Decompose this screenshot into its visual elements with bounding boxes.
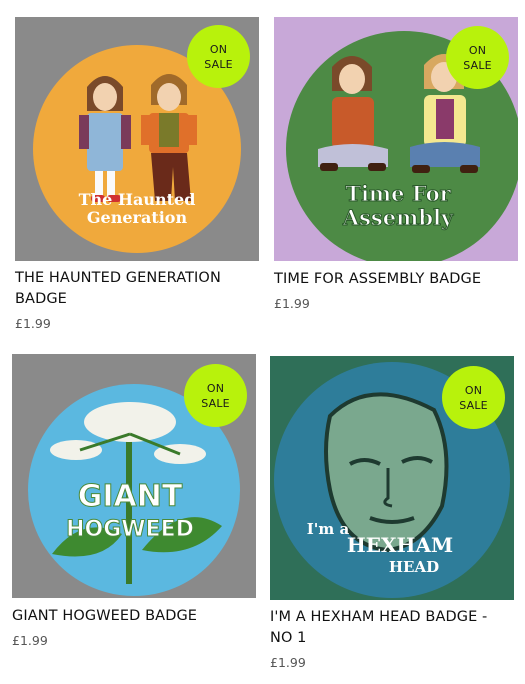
badge-line2: SALE: [463, 58, 492, 72]
on-sale-badge: ON SALE: [446, 26, 509, 89]
product-title[interactable]: GIANT HOGWEED BADGE: [12, 606, 256, 627]
artwork-text-2: HEXHAM: [347, 533, 453, 557]
badge-line1: ON: [464, 383, 483, 397]
on-sale-badge: ON SALE: [187, 25, 250, 88]
artwork-text-2: Assembly: [342, 205, 454, 230]
on-sale-badge: ON SALE: [442, 366, 505, 429]
artwork-text-2: Generation: [87, 208, 188, 227]
artwork-text-1: GIANT: [78, 479, 183, 514]
product-title[interactable]: I'M A HEXHAM HEAD BADGE - NO 1: [270, 607, 514, 649]
artwork-text-1: Time For: [345, 181, 451, 206]
product-title[interactable]: TIME FOR ASSEMBLY BADGE: [274, 269, 519, 290]
badge-line1: ON: [209, 42, 228, 56]
product-price: £1.99: [12, 633, 48, 648]
product-price: £1.99: [270, 655, 306, 670]
badge-line2: SALE: [204, 57, 233, 71]
badge-line1: ON: [468, 43, 487, 57]
product-price: £1.99: [15, 316, 51, 331]
badge-line2: SALE: [201, 396, 230, 410]
artwork-text-3: HEAD: [389, 558, 439, 576]
artwork-text-1: I'm a: [307, 520, 350, 538]
product-price: £1.99: [274, 296, 310, 311]
artwork-text-1: The Haunted: [79, 190, 196, 209]
on-sale-badge: ON SALE: [184, 364, 247, 427]
badge-line1: ON: [206, 381, 225, 395]
artwork-text-2: HOGWEED: [66, 517, 194, 542]
badge-line2: SALE: [459, 398, 488, 412]
product-title[interactable]: THE HAUNTED GENERATION BADGE: [15, 268, 255, 310]
